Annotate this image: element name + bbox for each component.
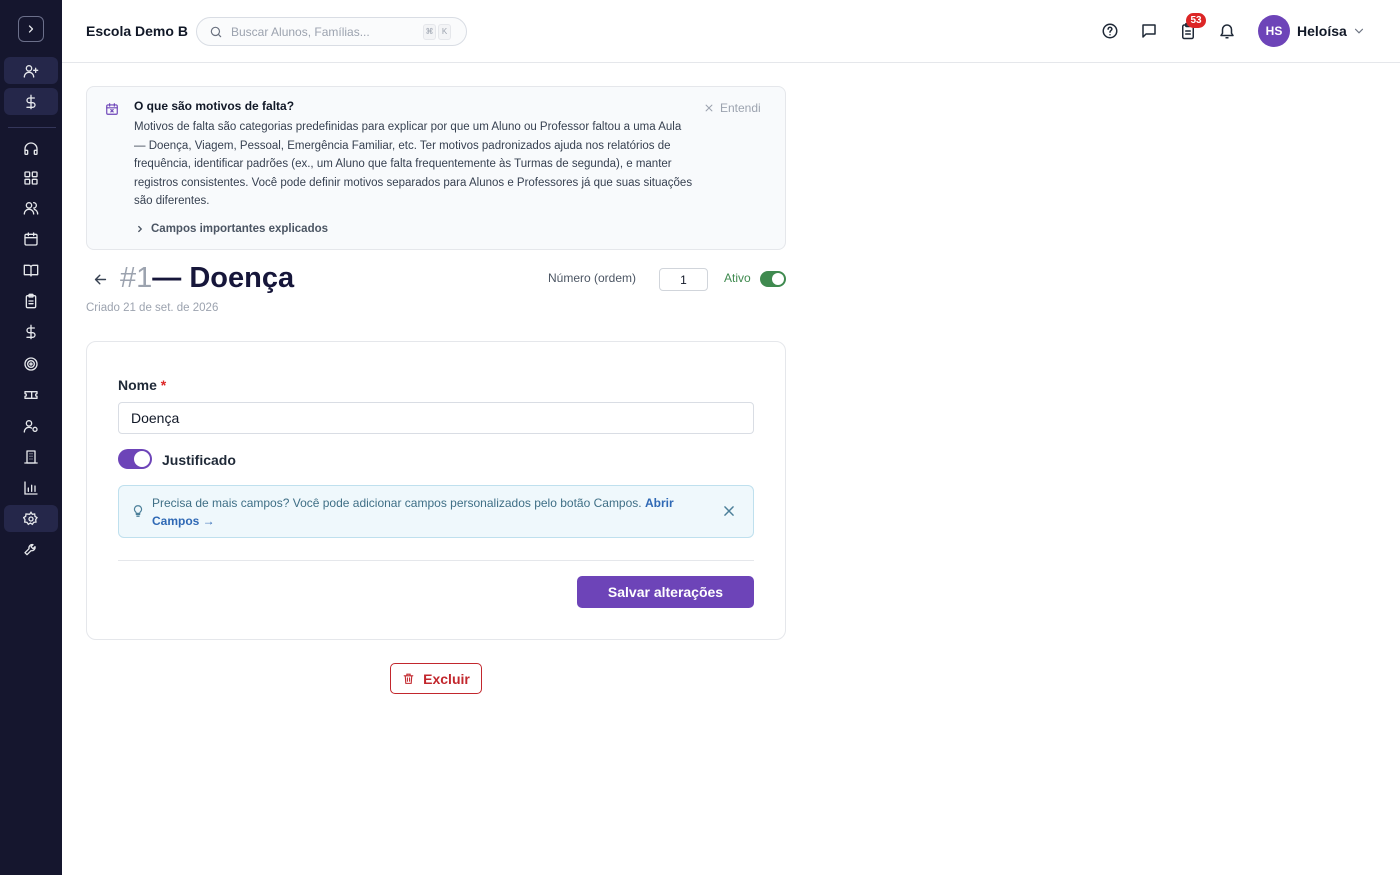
- close-icon: [705, 104, 713, 112]
- sidebar-item-support[interactable]: [4, 135, 58, 162]
- target-icon: [24, 356, 38, 371]
- name-input[interactable]: [118, 402, 754, 434]
- user-settings-icon: [23, 419, 38, 433]
- order-input[interactable]: [659, 268, 708, 291]
- sidebar-toggle-button[interactable]: [18, 16, 44, 42]
- close-icon[interactable]: [722, 504, 736, 518]
- required-mark: *: [160, 377, 167, 393]
- notifications-button[interactable]: [1216, 20, 1238, 42]
- messages-button[interactable]: [1138, 20, 1160, 42]
- book-icon: [23, 264, 39, 277]
- sidebar-item-settings[interactable]: [4, 505, 58, 532]
- trash-icon: [403, 673, 414, 684]
- building-icon: [24, 449, 38, 464]
- back-arrow-icon[interactable]: [92, 271, 109, 288]
- record-title: — Doença: [152, 262, 295, 294]
- save-button[interactable]: Salvar alterações: [577, 576, 754, 608]
- search-icon: [210, 26, 222, 37]
- chevron-right-icon: [138, 225, 143, 233]
- dollar-icon: [26, 94, 36, 109]
- wrench-icon: [24, 543, 36, 555]
- delete-button[interactable]: Excluir: [390, 663, 482, 694]
- created-date: Criado 21 de set. de 2026: [86, 302, 219, 314]
- user-plus-icon: [23, 64, 39, 78]
- avatar[interactable]: HS: [1258, 15, 1290, 47]
- headset-icon: [24, 141, 38, 155]
- sidebar-item-tickets[interactable]: [4, 381, 58, 408]
- dismiss-label: Entendi: [720, 101, 761, 115]
- school-name[interactable]: Escola Demo B: [86, 23, 188, 39]
- active-toggle[interactable]: [760, 271, 786, 287]
- gear-icon: [23, 510, 38, 525]
- sidebar-item-calendar[interactable]: [4, 225, 58, 252]
- sidebar-item-add-user[interactable]: [4, 57, 58, 84]
- user-name[interactable]: Heloísa: [1297, 23, 1347, 39]
- custom-fields-tip: Precisa de mais campos? Você pode adicio…: [118, 485, 754, 538]
- sidebar-item-school[interactable]: [4, 443, 58, 470]
- tip-text: Precisa de mais campos? Você pode adicio…: [152, 496, 674, 528]
- lightbulb-icon: [133, 505, 143, 517]
- search-box[interactable]: ⌘ K: [196, 17, 467, 46]
- sidebar-item-attendance[interactable]: [4, 287, 58, 314]
- important-fields-toggle[interactable]: Campos importantes explicados: [135, 223, 328, 235]
- sidebar-divider: [8, 127, 56, 128]
- active-label: Ativo: [724, 271, 751, 285]
- users-icon: [23, 201, 39, 215]
- sidebar-item-dashboard[interactable]: [4, 164, 58, 191]
- form-divider: [118, 560, 754, 561]
- order-label: Número (ordem): [548, 271, 637, 285]
- sidebar-item-courses[interactable]: [4, 256, 58, 283]
- delete-label: Excluir: [423, 670, 470, 687]
- justified-label: Justificado: [162, 452, 236, 468]
- sidebar-item-people[interactable]: [4, 194, 58, 221]
- help-button[interactable]: [1099, 20, 1121, 42]
- dismiss-button[interactable]: Entendi: [704, 101, 761, 115]
- top-bar: Escola Demo B ⌘ K 53 HS Heloísa: [62, 0, 1400, 63]
- bell-icon: [1220, 24, 1234, 39]
- edit-form-card: Nome * Justificado Precisa de mais campo…: [86, 341, 786, 640]
- sidebar-item-goals[interactable]: [4, 350, 58, 377]
- search-input[interactable]: [231, 24, 421, 39]
- record-number: #1: [120, 262, 153, 294]
- dashboard-icon: [24, 170, 38, 185]
- info-banner: O que são motivos de falta? Motivos de f…: [86, 86, 786, 250]
- calendar-icon: [24, 231, 38, 246]
- page-title: #1— Doença: [120, 262, 294, 295]
- justified-toggle[interactable]: [118, 449, 152, 469]
- notification-badge: 53: [1186, 13, 1206, 28]
- ticket-icon: [24, 390, 38, 399]
- sidebar-item-user-settings[interactable]: [4, 412, 58, 439]
- shortcut-key: K: [438, 23, 451, 40]
- important-fields-label: Campos importantes explicados: [151, 223, 329, 235]
- sidebar-item-reports[interactable]: [4, 474, 58, 501]
- message-icon: [1142, 24, 1156, 38]
- calendar-x-icon: [106, 103, 118, 115]
- chart-icon: [24, 480, 38, 495]
- chevron-right-icon: [28, 25, 34, 33]
- info-body: Motivos de falta são categorias predefin…: [134, 121, 693, 208]
- help-icon: [1102, 23, 1118, 39]
- dollar-icon: [26, 324, 36, 339]
- sidebar: [0, 0, 62, 875]
- sidebar-item-finance[interactable]: [4, 318, 58, 345]
- clipboard-icon: [25, 293, 37, 308]
- sidebar-item-billing[interactable]: [4, 88, 58, 115]
- chevron-down-icon[interactable]: [1352, 24, 1366, 38]
- name-label: Nome *: [118, 377, 167, 393]
- sidebar-item-tools[interactable]: [4, 536, 58, 563]
- info-title: O que são motivos de falta?: [134, 99, 295, 113]
- shortcut-key: ⌘: [423, 23, 436, 40]
